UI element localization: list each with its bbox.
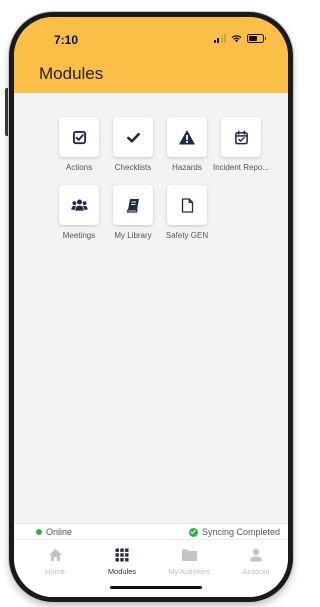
- connection-status-bar: Online Syncing Completed: [14, 523, 288, 539]
- module-tile: [59, 117, 99, 157]
- checkmark-icon: [126, 132, 140, 143]
- tab-home[interactable]: Home: [25, 546, 85, 576]
- module-label: Hazards: [172, 163, 202, 172]
- module-tile: [167, 185, 207, 225]
- status-icons: [213, 34, 266, 43]
- phone-frame: 7:10 Modules Actions Checklists Hazards …: [9, 12, 293, 602]
- folder-icon: [181, 549, 197, 562]
- home-icon: [48, 548, 62, 562]
- module-tile: [113, 185, 153, 225]
- tab-label: Account: [242, 567, 270, 576]
- module-hazards[interactable]: Hazards: [158, 117, 216, 172]
- module-meetings[interactable]: Meetings: [50, 185, 108, 240]
- online-label: Online: [46, 527, 73, 537]
- page-title: Modules: [39, 64, 104, 83]
- app-screen: 7:10 Modules Actions Checklists Hazards …: [14, 17, 288, 597]
- warning-triangle-icon: [179, 130, 195, 144]
- module-my-library[interactable]: My Library: [104, 185, 162, 240]
- tab-my-activities[interactable]: My Activities: [159, 546, 219, 576]
- module-tile: [113, 117, 153, 157]
- tab-label: My Activities: [168, 567, 210, 576]
- app-header: 7:10 Modules: [14, 17, 288, 93]
- module-label: Incident Repo...: [212, 163, 270, 172]
- module-label: Safety GEN: [165, 231, 209, 240]
- wifi-icon: [231, 35, 242, 43]
- module-safety-gen[interactable]: Safety GEN: [158, 185, 216, 240]
- user-icon: [249, 548, 263, 562]
- grid-icon: [115, 548, 129, 562]
- module-tile: [167, 117, 207, 157]
- tab-label: Home: [44, 567, 65, 576]
- calendar-check-icon: [234, 129, 248, 144]
- book-icon: [126, 198, 139, 213]
- online-dot-icon: [36, 529, 42, 535]
- module-label: Meetings: [62, 231, 96, 240]
- module-label: Checklists: [114, 163, 152, 172]
- module-tile: [59, 185, 99, 225]
- sync-label: Syncing Completed: [201, 527, 280, 537]
- online-status: Online: [36, 527, 72, 537]
- checkbox-check-icon: [72, 130, 86, 144]
- signal-icon: [213, 34, 226, 43]
- module-tile: [221, 117, 261, 157]
- module-incident-reports[interactable]: Incident Repo...: [212, 117, 270, 172]
- check-circle-icon: [188, 527, 198, 537]
- tab-label: Modules: [107, 567, 137, 576]
- document-icon: [181, 197, 193, 213]
- module-checklists[interactable]: Checklists: [104, 117, 162, 172]
- people-group-icon: [70, 199, 88, 211]
- tab-modules[interactable]: Modules: [92, 546, 152, 576]
- tab-account[interactable]: Account: [226, 546, 286, 576]
- module-label: Actions: [65, 163, 93, 172]
- sync-status: Syncing Completed: [188, 527, 280, 537]
- battery-icon: [247, 34, 266, 43]
- status-time: 7:10: [54, 33, 79, 47]
- module-label: My Library: [114, 231, 152, 240]
- home-indicator: [110, 586, 202, 589]
- module-actions[interactable]: Actions: [50, 117, 108, 172]
